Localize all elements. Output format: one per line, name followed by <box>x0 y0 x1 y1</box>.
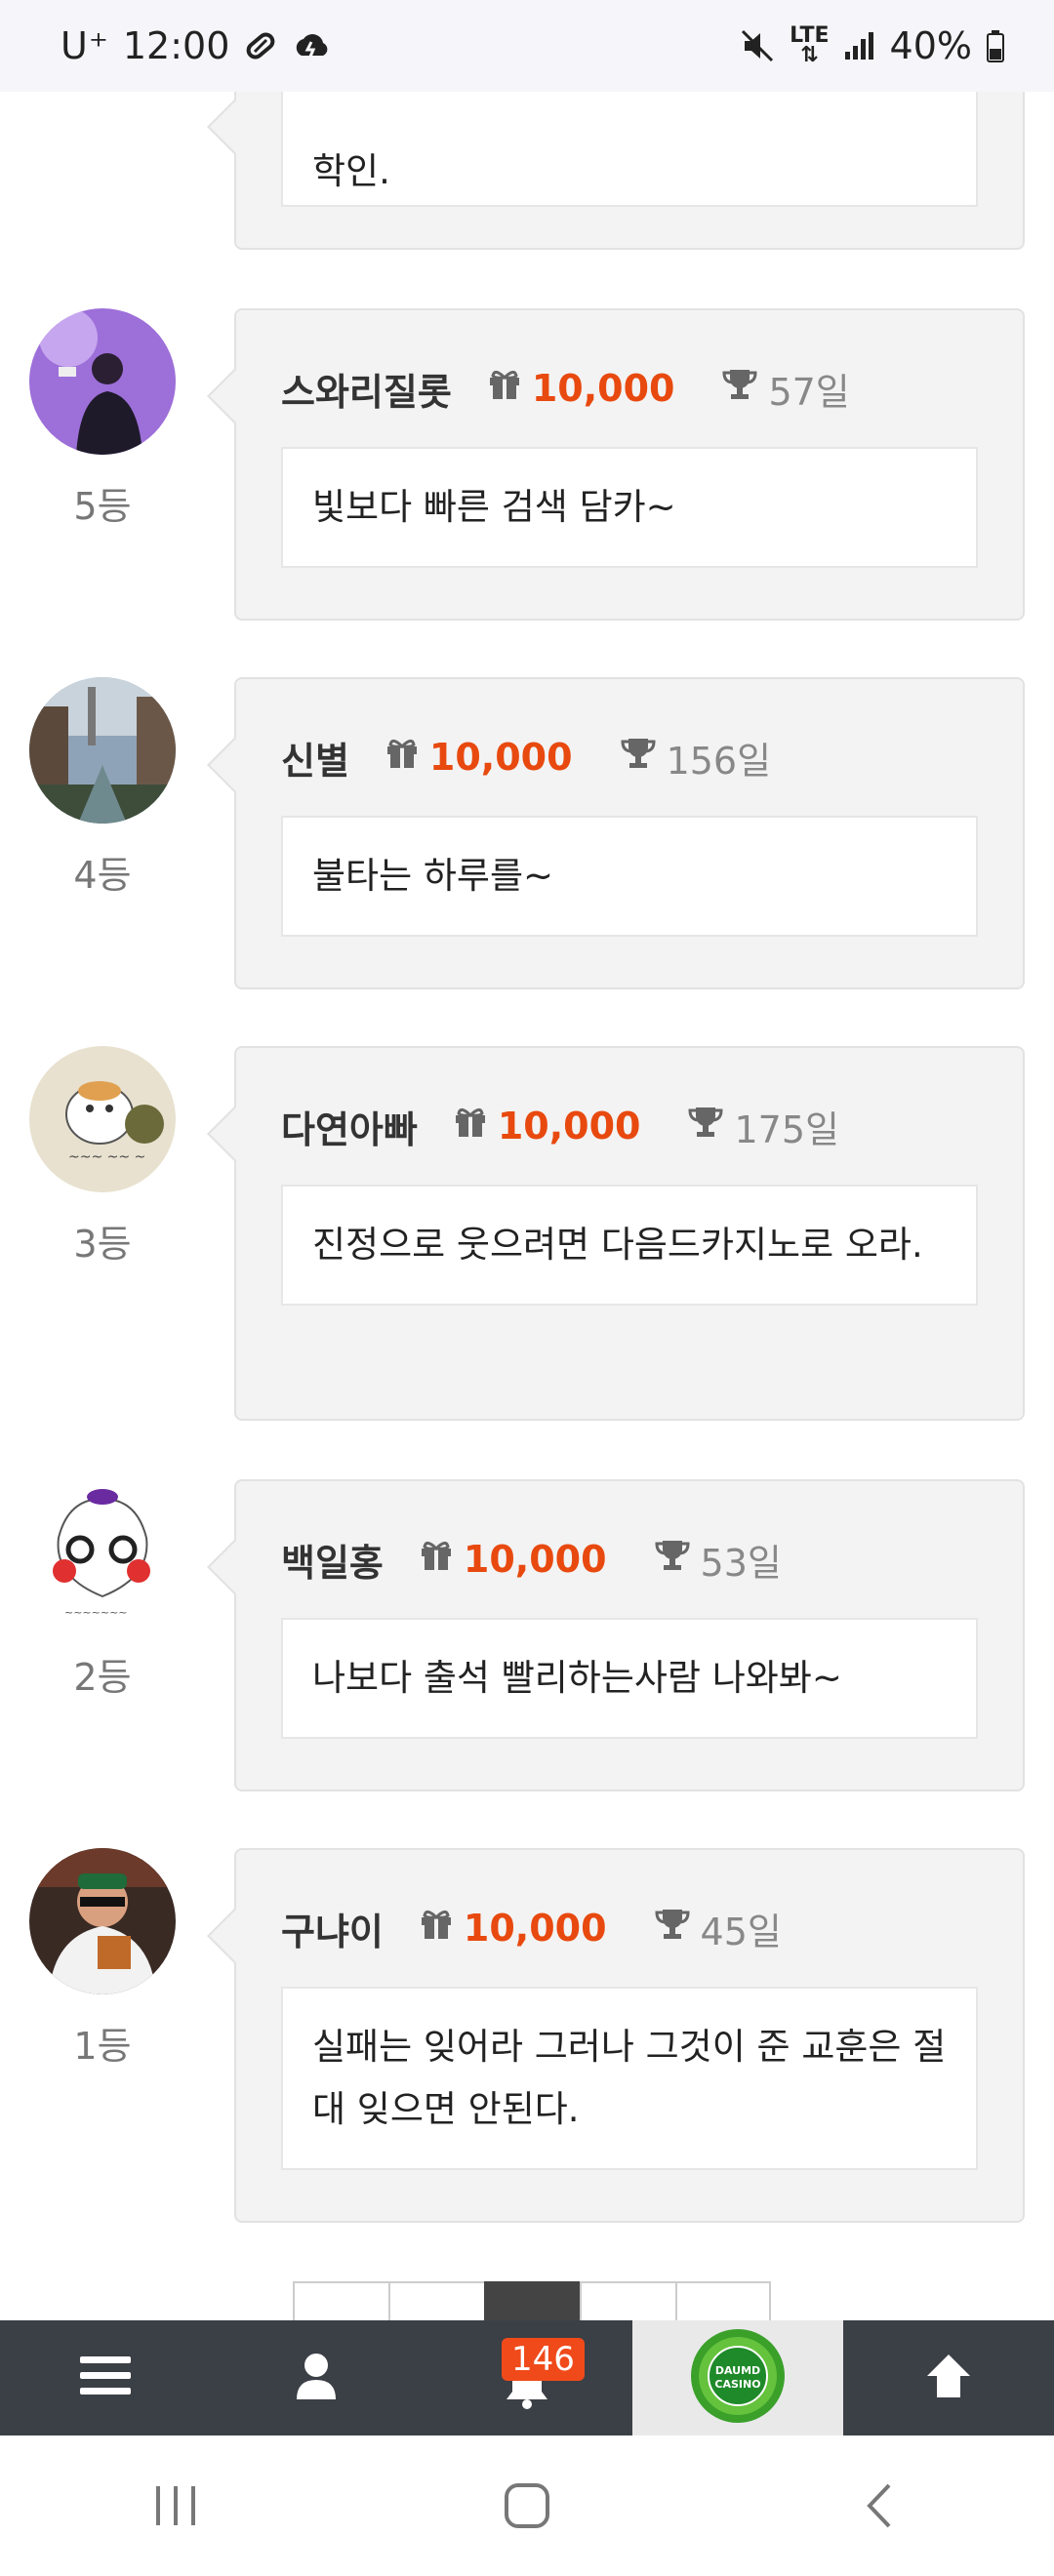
comment-card: 스와리질롯 10,000 57일 빛보다 빠른 검색 담카~ <box>207 308 1025 621</box>
rank-label: 3등 <box>73 1223 132 1266</box>
nickname[interactable]: 구냐이 <box>281 1902 384 1955</box>
battery-icon <box>986 29 1005 62</box>
home-button[interactable] <box>429 2482 625 2529</box>
rank-label: 1등 <box>73 2025 132 2068</box>
home-icon <box>505 2483 549 2528</box>
bottom-toolbar: 146 DAUMD CASINO <box>0 2320 1054 2435</box>
rank-label: 5등 <box>73 485 132 528</box>
notification-badge: 146 <box>502 2338 585 2381</box>
clock: 12:00 <box>122 24 230 67</box>
menu-button[interactable] <box>0 2320 211 2435</box>
avatar[interactable] <box>29 308 176 455</box>
cloud-sync-icon <box>292 28 331 63</box>
back-button[interactable] <box>781 2482 976 2529</box>
comment-meta: 스와리질롯 10,000 57일 <box>281 359 850 418</box>
status-bar: U⁺ 12:00 LTE ⇅ 40% <box>0 0 1054 92</box>
trophy-icon <box>721 367 758 411</box>
points-value: 10,000 <box>463 1907 607 1950</box>
comment-card: 백일홍 10,000 53일 나보다 출석 빨리하는사람 나와봐~ <box>207 1479 1025 1791</box>
network-type: LTE ⇅ <box>790 23 830 67</box>
points-value: 10,000 <box>463 1538 607 1581</box>
comment-message: 실패는 잊어라 그러나 그것이 준 교훈은 절대 잊으면 안된다. <box>281 1987 978 2170</box>
comment-meta: 구냐이 10,000 45일 <box>281 1899 782 1957</box>
nickname[interactable]: 신별 <box>281 731 349 785</box>
recent-apps-button[interactable] <box>78 2484 273 2527</box>
trophy-icon <box>654 1907 691 1951</box>
casino-logo: DAUMD CASINO <box>689 2327 787 2429</box>
points-value: 10,000 <box>497 1105 641 1147</box>
comment-card: 구냐이 10,000 45일 실패는 잊어라 그러나 그것이 준 교훈은 절대 … <box>207 1848 1025 2223</box>
attendance-days: 156일 <box>666 739 772 783</box>
battery-level: 40% <box>889 24 972 67</box>
back-icon <box>867 2483 891 2528</box>
nickname[interactable]: 스와리질롯 <box>281 362 452 416</box>
comment-message: 불타는 하루를~ <box>281 816 978 937</box>
pill-icon <box>243 28 278 63</box>
gift-icon <box>419 1538 454 1581</box>
signal-icon <box>843 30 876 61</box>
gift-icon <box>453 1105 488 1147</box>
avatar[interactable] <box>29 1848 176 1994</box>
avatar[interactable]: ~~~~~~~ <box>29 1479 176 1626</box>
attendance-days: 53일 <box>700 1541 782 1585</box>
nickname[interactable]: 백일홍 <box>281 1533 384 1587</box>
svg-text:DAUMD: DAUMD <box>715 2364 760 2377</box>
carrier-label: U⁺ <box>61 24 109 67</box>
profile-button[interactable] <box>211 2320 422 2435</box>
comment-message: 빛보다 빠른 검색 담카~ <box>281 447 978 568</box>
avatar[interactable]: ~~~ ~~ ~ <box>29 1046 176 1192</box>
nickname[interactable]: 다연아빠 <box>281 1100 418 1153</box>
svg-text:~~~ ~~ ~: ~~~ ~~ ~ <box>68 1149 145 1165</box>
user-icon <box>295 2353 338 2403</box>
points-value: 10,000 <box>531 367 675 410</box>
comment-message: 학인. <box>281 80 978 207</box>
points-value: 10,000 <box>428 736 573 779</box>
comment-meta: 다연아빠 10,000 175일 <box>281 1097 839 1155</box>
attendance-days: 175일 <box>734 1107 839 1151</box>
arrow-up-icon <box>923 2351 974 2405</box>
comment-message: 진정으로 웃으려면 다음드카지노로 오라. <box>281 1185 978 1306</box>
comment-meta: 백일홍 10,000 53일 <box>281 1530 782 1589</box>
attendance-days: 45일 <box>700 1910 782 1953</box>
trophy-icon <box>687 1105 724 1148</box>
scroll-top-button[interactable] <box>843 2320 1054 2435</box>
notification-button[interactable]: 146 <box>422 2320 632 2435</box>
gift-icon <box>419 1907 454 1950</box>
home-logo-button[interactable]: DAUMD CASINO <box>632 2320 843 2435</box>
comment-message: 나보다 출석 빨리하는사람 나와봐~ <box>281 1618 978 1739</box>
comment-card: 신별 10,000 156일 불타는 하루를~ <box>207 677 1025 989</box>
svg-text:~~~~~~~: ~~~~~~~ <box>64 1606 128 1619</box>
menu-icon <box>80 2355 131 2401</box>
avatar[interactable] <box>29 677 176 824</box>
rank-label: 4등 <box>73 854 132 897</box>
system-navigation-bar <box>0 2435 1054 2576</box>
gift-icon <box>385 736 420 779</box>
mute-icon <box>739 27 776 64</box>
svg-text:CASINO: CASINO <box>714 2378 760 2391</box>
attendance-days: 57일 <box>768 370 850 414</box>
trophy-icon <box>654 1538 691 1582</box>
comment-meta: 신별 10,000 156일 <box>281 728 771 786</box>
comment-card: 다연아빠 10,000 175일 진정으로 웃으려면 다음드카지노로 오라. <box>207 1046 1025 1421</box>
trophy-icon <box>620 736 657 780</box>
gift-icon <box>487 367 522 410</box>
recent-apps-icon <box>156 2486 195 2525</box>
rank-label: 2등 <box>73 1656 132 1699</box>
